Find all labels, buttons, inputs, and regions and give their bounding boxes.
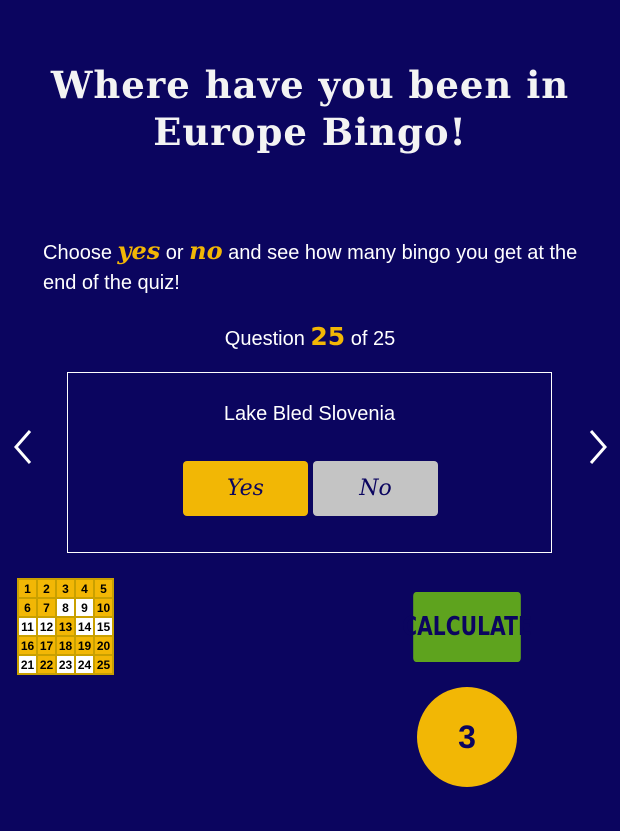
intro-text: Choose yes or no and see how many bingo … [43, 236, 588, 298]
question-text: Lake Bled Slovenia [223, 403, 396, 425]
calculate-button[interactable]: CALCULATE [402, 592, 532, 662]
bingo-cell: 2 [37, 579, 56, 598]
bingo-cell: 24 [75, 655, 94, 674]
page-title: Where have you been in Europe Bingo! [0, 62, 620, 156]
bingo-cell: 19 [75, 636, 94, 655]
bingo-result-badge: 3 [417, 687, 517, 787]
bingo-cell: 20 [94, 636, 113, 655]
chevron-left-icon[interactable] [12, 428, 34, 466]
bingo-cell: 23 [56, 655, 75, 674]
bingo-cell: 18 [56, 636, 75, 655]
bingo-cell: 14 [75, 617, 94, 636]
bingo-cell: 11 [18, 617, 37, 636]
bingo-cell: 3 [56, 579, 75, 598]
bingo-cell: 25 [94, 655, 113, 674]
bingo-cell: 22 [37, 655, 56, 674]
bingo-cell: 21 [18, 655, 37, 674]
chevron-right-icon[interactable] [587, 428, 609, 466]
title-line-2: Europe Bingo! [153, 110, 467, 154]
question-current-number: 25 [310, 322, 346, 351]
no-button[interactable]: No [313, 461, 438, 516]
bingo-cell: 5 [94, 579, 113, 598]
bingo-cell: 16 [18, 636, 37, 655]
question-suffix: of 25 [345, 328, 396, 350]
intro-before: Choose [43, 242, 118, 264]
intro-middle: or [160, 242, 190, 264]
bingo-cell: 15 [94, 617, 113, 636]
intro-yes-word: yes [117, 236, 161, 265]
bingo-cell: 13 [56, 617, 75, 636]
bingo-cell: 10 [94, 598, 113, 617]
bingo-cell: 12 [37, 617, 56, 636]
question-prefix: Question [224, 328, 311, 350]
intro-no-word: no [189, 236, 223, 265]
question-card: Lake Bled Slovenia Yes No [67, 372, 552, 553]
bingo-grid: 1 2 3 4 5 6 7 8 9 10 11 12 13 14 15 16 17 18 19 20 21 22 23 24 2… [17, 578, 114, 675]
title-line-1: Where have you been in [50, 63, 570, 107]
bingo-cell: 6 [18, 598, 37, 617]
bingo-cell: 4 [75, 579, 94, 598]
bingo-cell: 8 [56, 598, 75, 617]
bingo-cell: 1 [18, 579, 37, 598]
bingo-cell: 9 [75, 598, 94, 617]
yes-button[interactable]: Yes [183, 461, 308, 516]
question-counter: Question 25 of 25 [0, 322, 620, 351]
bingo-cell: 17 [37, 636, 56, 655]
bingo-cell: 7 [37, 598, 56, 617]
